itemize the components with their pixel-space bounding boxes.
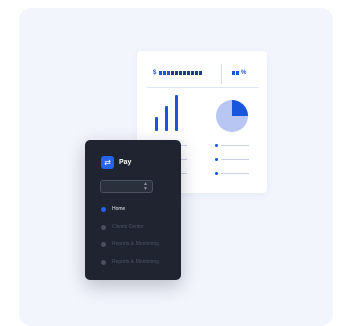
sidebar-item-clients-center[interactable]: Clients Center xyxy=(101,224,144,230)
list-row-line xyxy=(221,173,249,174)
pie-slice-highlight xyxy=(232,100,248,116)
account-select[interactable]: ▲ ▼ xyxy=(100,180,153,193)
sidebar-item-label: Reports & Monitoring xyxy=(112,241,159,247)
masked-digit xyxy=(195,71,199,75)
masked-digit xyxy=(167,71,171,75)
revenue-stat: $ xyxy=(153,70,203,76)
clients-icon xyxy=(101,224,106,230)
masked-digit xyxy=(171,71,175,75)
masked-digit xyxy=(199,71,203,75)
reports-icon xyxy=(101,241,106,247)
pie-chart xyxy=(216,100,248,132)
masked-digit xyxy=(159,71,163,75)
masked-digit xyxy=(187,71,191,75)
masked-digit xyxy=(183,71,187,75)
list-bullet xyxy=(215,172,218,175)
bar-chart xyxy=(155,95,185,131)
currency-symbol: $ xyxy=(153,70,157,76)
sidebar-item-label: Clients Center xyxy=(112,224,144,230)
sidebar-item-reports[interactable]: Reports & Monitoring xyxy=(101,241,159,247)
list-bullet xyxy=(215,144,218,147)
masked-digit xyxy=(163,71,167,75)
bar xyxy=(155,117,158,131)
percent-stat: % xyxy=(232,70,246,76)
masked-digit xyxy=(232,71,235,75)
brand[interactable]: ⇄ Pay xyxy=(101,156,131,169)
swap-arrows-icon: ⇄ xyxy=(101,156,114,169)
monitoring-icon xyxy=(101,259,106,265)
sidebar-item-label: Home xyxy=(112,206,126,212)
sidebar-item-home[interactable]: Home xyxy=(101,206,125,212)
chevron-up-down-icon: ▲ ▼ xyxy=(143,181,148,192)
list-row-line xyxy=(221,159,249,160)
list-row-line xyxy=(221,145,249,146)
header-divider xyxy=(147,87,259,88)
sidebar-item-monitoring[interactable]: Reports & Monitoring xyxy=(101,259,159,265)
list-bullet xyxy=(215,158,218,161)
masked-digit xyxy=(191,71,195,75)
home-icon xyxy=(101,206,106,212)
sidebar-panel: ⇄ Pay ▲ ▼ Home Clients Center Reports & M… xyxy=(85,140,181,280)
bar xyxy=(165,106,168,131)
percent-symbol: % xyxy=(241,70,247,76)
bar xyxy=(175,95,178,131)
stat-divider xyxy=(221,64,222,84)
brand-name: Pay xyxy=(119,159,132,166)
masked-digit xyxy=(179,71,183,75)
sidebar-item-label: Reports & Monitoring xyxy=(112,259,159,265)
masked-digit xyxy=(236,71,239,75)
masked-digit xyxy=(175,71,179,75)
